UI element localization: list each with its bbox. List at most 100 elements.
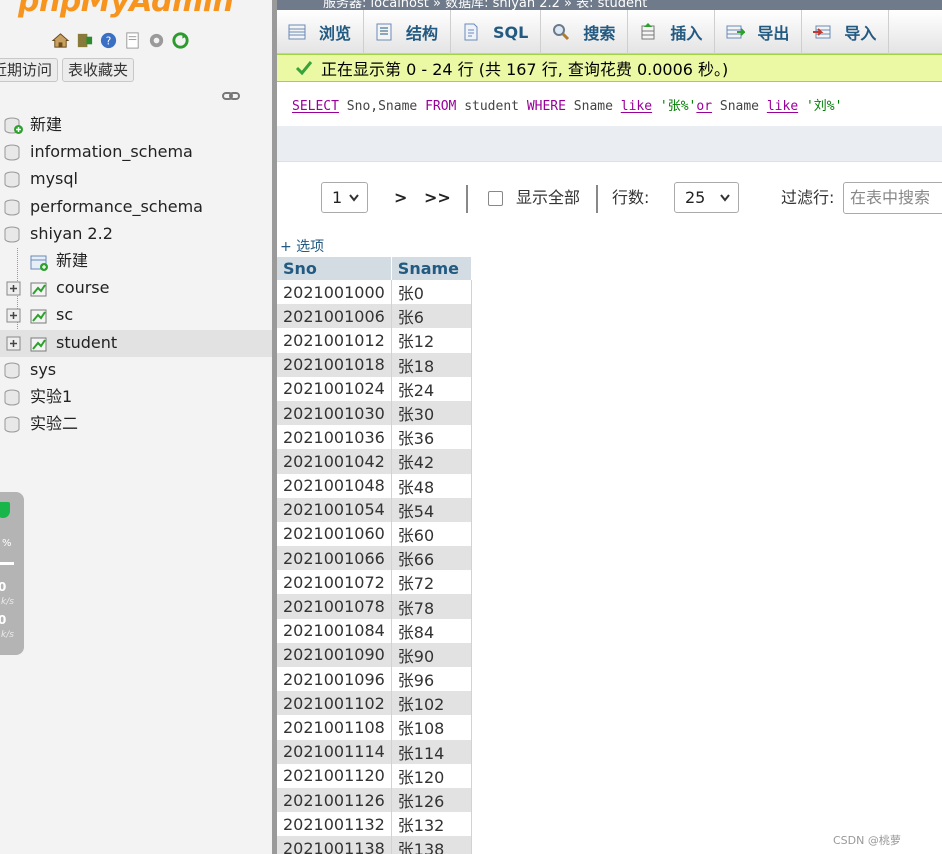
sql-docs-icon[interactable] xyxy=(122,30,142,50)
cell-sname: 张0 xyxy=(391,280,472,305)
column-header-sno[interactable]: Sno xyxy=(277,257,392,280)
expand-icon[interactable] xyxy=(6,336,21,351)
table-row[interactable]: 2021001078 张78 xyxy=(277,594,472,619)
database-icon xyxy=(4,389,20,406)
sql-keyword[interactable]: SELECT xyxy=(292,99,339,114)
tree-item-sys[interactable]: sys xyxy=(0,357,272,384)
tree-item-new[interactable]: 新建 xyxy=(0,112,272,139)
table-icon xyxy=(30,337,47,351)
logout-icon[interactable] xyxy=(74,30,94,50)
table-row[interactable]: 2021001090 张90 xyxy=(277,642,472,667)
tree-item-course[interactable]: course xyxy=(0,275,272,302)
table-row[interactable]: 2021001138 张138 xyxy=(277,836,472,854)
options-link[interactable]: + 选项 xyxy=(280,236,324,256)
cell-sno: 2021001042 xyxy=(277,449,392,474)
column-header-sname[interactable]: Sname xyxy=(391,257,472,280)
favorite-tables-tab[interactable]: 表收藏夹 xyxy=(62,58,135,82)
cell-sname: 张36 xyxy=(391,425,472,450)
table-row[interactable]: 2021001012 张12 xyxy=(277,328,472,353)
cell-sname: 张54 xyxy=(391,497,472,522)
tree-item-sc[interactable]: sc xyxy=(0,302,272,329)
table-row[interactable]: 2021001132 张132 xyxy=(277,812,472,837)
tab-structure[interactable]: 结构 xyxy=(364,10,452,54)
tree-item-information-schema[interactable]: information_schema xyxy=(0,139,272,166)
tab-import[interactable]: 导入 xyxy=(802,10,890,54)
message-text: 正在显示第 0 - 24 行 (共 167 行, 查询花费 0.0006 秒。) xyxy=(321,60,729,79)
database-icon xyxy=(4,226,20,243)
table-row[interactable]: 2021001048 张48 xyxy=(277,473,472,498)
tree-item-student[interactable]: student xyxy=(0,329,272,357)
structure-icon xyxy=(374,22,396,42)
cell-sname: 张24 xyxy=(391,376,472,401)
table-row[interactable]: 2021001006 张6 xyxy=(277,304,472,329)
settings-icon[interactable] xyxy=(146,30,166,50)
sql-keyword[interactable]: or xyxy=(696,99,712,114)
phpmyadmin-logo[interactable]: phpMyAdmin xyxy=(18,0,234,19)
table-row[interactable]: 2021001084 张84 xyxy=(277,618,472,643)
sql-keyword[interactable]: like xyxy=(767,99,798,114)
table-row[interactable]: 2021001030 张30 xyxy=(277,400,472,426)
show-all-label[interactable]: 显示全部 xyxy=(516,182,580,214)
search-icon xyxy=(551,22,573,42)
table-row[interactable]: 2021001024 张24 xyxy=(277,376,472,401)
tab-browse[interactable]: 浏览 xyxy=(277,10,365,54)
cell-sname: 张84 xyxy=(391,618,472,643)
table-row[interactable]: 2021001072 张72 xyxy=(277,570,472,595)
tab-sql[interactable]: SQL xyxy=(451,10,542,54)
reload-icon[interactable] xyxy=(170,30,190,50)
table-row[interactable]: 2021001060 张60 xyxy=(277,521,472,547)
tree-item-mysql[interactable]: mysql xyxy=(0,166,272,193)
cell-sname: 张78 xyxy=(391,594,472,619)
sql-query-text[interactable]: SELECT Sno,Sname FROM student WHERE Snam… xyxy=(277,82,942,126)
expand-icon[interactable] xyxy=(6,308,21,323)
expand-icon[interactable] xyxy=(6,281,21,296)
cell-sname: 张30 xyxy=(391,400,472,426)
cell-sno: 2021001060 xyxy=(277,521,392,547)
breadcrumb-text[interactable]: 服务器: localhost » 数据库: shiyan 2.2 » 表: st… xyxy=(323,0,647,10)
network-speed-widget[interactable]: % 0 k/s 0 k/s xyxy=(0,492,24,655)
last-page-button[interactable]: >> xyxy=(424,182,451,214)
tree-item-shiyan1[interactable]: 实验1 xyxy=(0,384,272,411)
table-row[interactable]: 2021001042 张42 xyxy=(277,449,472,474)
table-row[interactable]: 2021001102 张102 xyxy=(277,691,472,716)
table-row[interactable]: 2021001096 张96 xyxy=(277,667,472,692)
filter-rows-input[interactable]: 在表中搜索 xyxy=(843,182,942,214)
show-all-checkbox[interactable] xyxy=(488,191,503,206)
table-row[interactable]: 2021001108 张108 xyxy=(277,715,472,740)
table-row[interactable]: 2021001114 张114 xyxy=(277,739,472,764)
tree-item-new-table[interactable]: 新建 xyxy=(0,248,272,275)
table-row[interactable]: 2021001018 张18 xyxy=(277,352,472,377)
tree-item-performance-schema[interactable]: performance_schema xyxy=(0,194,272,221)
cell-sname: 张114 xyxy=(391,739,472,764)
table-row[interactable]: 2021001036 张36 xyxy=(277,425,472,450)
table-row[interactable]: 2021001000 张0 xyxy=(277,280,472,305)
tree-item-shiyan-2-2[interactable]: shiyan 2.2 xyxy=(0,221,272,248)
recent-tables-tab[interactable]: 近期访问 xyxy=(0,58,59,82)
table-row[interactable]: 2021001054 张54 xyxy=(277,497,472,522)
cell-sno: 2021001066 xyxy=(277,546,392,571)
cell-sno: 2021001012 xyxy=(277,328,392,353)
checkmark-icon xyxy=(295,61,313,76)
tree-item-shiyan2[interactable]: 实验二 xyxy=(0,411,272,438)
next-page-button[interactable]: > xyxy=(394,182,407,214)
cell-sname: 张72 xyxy=(391,570,472,595)
sql-string: '刘%' xyxy=(798,99,843,114)
tree-item-label: information_schema xyxy=(30,142,193,162)
cell-sname: 张108 xyxy=(391,715,472,740)
sql-keyword[interactable]: like xyxy=(621,99,652,114)
page-select[interactable]: 1 xyxy=(321,182,368,213)
table-row[interactable]: 2021001126 张126 xyxy=(277,787,472,813)
rows-per-page-select[interactable]: 25 xyxy=(674,182,739,213)
table-tabs: 浏览 结构 SQL 搜索 插入 导出 导入 xyxy=(277,10,942,54)
tab-search[interactable]: 搜索 xyxy=(541,10,629,54)
cell-sno: 2021001072 xyxy=(277,570,392,595)
table-row[interactable]: 2021001066 张66 xyxy=(277,546,472,571)
home-icon[interactable] xyxy=(50,30,70,50)
table-row[interactable]: 2021001120 张120 xyxy=(277,763,472,788)
tab-insert[interactable]: 插入 xyxy=(628,10,716,54)
cell-sno: 2021001096 xyxy=(277,667,392,692)
cell-sno: 2021001078 xyxy=(277,594,392,619)
link-with-main-icon[interactable] xyxy=(222,90,240,102)
docs-icon[interactable]: ? xyxy=(98,30,118,50)
tab-export[interactable]: 导出 xyxy=(715,10,803,54)
